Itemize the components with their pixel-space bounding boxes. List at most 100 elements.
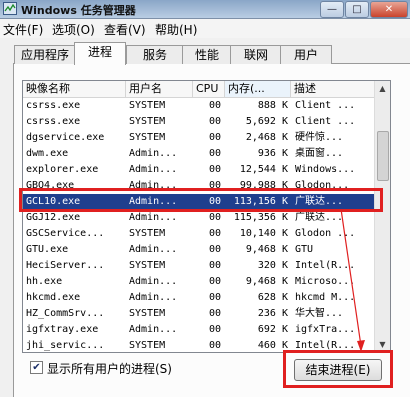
tab-services[interactable]: 服务: [126, 45, 184, 64]
process-description: Microso...: [295, 276, 356, 287]
process-user: Admin...: [129, 148, 178, 159]
process-user: Admin...: [129, 196, 178, 207]
table-row[interactable]: explorer.exe Admin... 00 12,544 K Windows...: [23, 162, 375, 178]
process-name: hh.exe: [26, 276, 63, 287]
tab-performance[interactable]: 性能: [182, 45, 232, 64]
table-row[interactable]: GSCService... SYSTEM 00 10,140 K Glodon ...: [23, 226, 375, 242]
table-row[interactable]: HZ_CommSrv... SYSTEM 00 236 K 华大智...: [23, 306, 375, 322]
end-process-button[interactable]: 结束进程(E): [294, 359, 382, 381]
maximize-button[interactable]: □: [345, 1, 369, 18]
process-cpu: 00: [208, 196, 221, 207]
process-user: SYSTEM: [129, 228, 166, 239]
column-user-name[interactable]: 用户名: [126, 81, 193, 97]
process-memory: 113,156 K: [233, 196, 288, 207]
tab-users[interactable]: 用户: [280, 45, 332, 64]
process-memory: 2,468 K: [245, 132, 288, 143]
process-user: SYSTEM: [129, 308, 166, 319]
process-description: 华大智...: [295, 308, 344, 319]
process-name: dwm.exe: [26, 148, 69, 159]
process-cpu: 00: [208, 276, 221, 287]
process-memory: 12,544 K: [239, 164, 288, 175]
title-bar: Windows 任务管理器 — □ ✕: [0, 0, 410, 19]
table-row[interactable]: jhi_servic... SYSTEM 00 460 K Intel(R...: [23, 338, 375, 352]
process-description: 广联达...: [295, 212, 344, 223]
scroll-up-arrow-icon[interactable]: ▲: [375, 81, 390, 96]
table-row[interactable]: GTU.exe Admin... 00 9,468 K GTU: [23, 242, 375, 258]
process-description: Client ...: [295, 100, 356, 111]
table-row[interactable]: GGJ12.exe Admin... 00 115,356 K 广联达...: [23, 210, 375, 226]
process-cpu: 00: [208, 148, 221, 159]
process-rows: csrss.exe SYSTEM 00 888 K Client ... csrss.ex…: [23, 98, 375, 352]
table-row[interactable]: dgservice.exe SYSTEM 00 2,468 K 硬件惊...: [23, 130, 375, 146]
tab-applications[interactable]: 应用程序: [14, 45, 76, 64]
process-memory: 460 K: [257, 340, 288, 351]
scroll-down-arrow-icon[interactable]: ▼: [375, 337, 390, 352]
process-description: hkcmd M...: [295, 292, 356, 303]
process-memory: 888 K: [257, 100, 288, 111]
show-all-users-label[interactable]: 显示所有用户的进程(S): [47, 360, 172, 377]
menu-options[interactable]: 选项(O): [52, 21, 95, 38]
table-row[interactable]: igfxtray.exe Admin... 00 692 K igfxTra...: [23, 322, 375, 338]
column-cpu[interactable]: CPU: [193, 81, 225, 97]
process-name: csrss.exe: [26, 116, 81, 127]
process-name: GBQ4.exe: [26, 180, 75, 191]
process-memory: 115,356 K: [233, 212, 288, 223]
scrollbar-thumb[interactable]: [377, 131, 389, 181]
process-description: Intel(R...: [295, 340, 356, 351]
table-row[interactable]: hh.exe Admin... 00 9,468 K Microso...: [23, 274, 375, 290]
process-cpu: 00: [208, 164, 221, 175]
process-cpu: 00: [208, 100, 221, 111]
table-row[interactable]: csrss.exe SYSTEM 00 888 K Client ...: [23, 98, 375, 114]
column-memory[interactable]: 内存(...: [225, 81, 291, 97]
tab-networking[interactable]: 联网: [230, 45, 282, 64]
process-memory: 10,140 K: [239, 228, 288, 239]
window-controls: — □ ✕: [320, 1, 408, 18]
table-row[interactable]: csrss.exe SYSTEM 00 5,692 K Client ...: [23, 114, 375, 130]
process-name: jhi_servic...: [26, 340, 105, 351]
process-cpu: 00: [208, 212, 221, 223]
table-row[interactable]: dwm.exe Admin... 00 936 K 桌面窗...: [23, 146, 375, 162]
process-user: Admin...: [129, 212, 178, 223]
task-manager-icon: [3, 2, 17, 15]
menu-bar: 文件(F) 选项(O) 查看(V) 帮助(H): [0, 19, 410, 38]
process-name: GGJ12.exe: [26, 212, 81, 223]
process-user: Admin...: [129, 276, 178, 287]
process-memory: 320 K: [257, 260, 288, 271]
process-list[interactable]: 映像名称 用户名 CPU 内存(... 描述 csrss.exe SYSTEM 00…: [22, 80, 391, 353]
process-memory: 936 K: [257, 148, 288, 159]
process-cpu: 00: [208, 308, 221, 319]
column-header-row: 映像名称 用户名 CPU 内存(... 描述: [23, 81, 375, 98]
process-memory: 628 K: [257, 292, 288, 303]
process-user: SYSTEM: [129, 260, 166, 271]
process-user: Admin...: [129, 292, 178, 303]
menu-view[interactable]: 查看(V): [104, 21, 146, 38]
process-cpu: 00: [208, 116, 221, 127]
column-image-name[interactable]: 映像名称: [23, 81, 126, 97]
close-button[interactable]: ✕: [370, 1, 408, 18]
vertical-scrollbar[interactable]: ▲ ▼: [374, 81, 390, 352]
process-cpu: 00: [208, 244, 221, 255]
table-row[interactable]: GCL10.exe Admin... 00 113,156 K 广联达...: [23, 194, 375, 210]
show-all-users-checkbox[interactable]: ✔: [30, 361, 43, 374]
process-name: GSCService...: [26, 228, 105, 239]
process-cpu: 00: [208, 340, 221, 351]
process-name: hkcmd.exe: [26, 292, 81, 303]
table-row[interactable]: HeciServer... SYSTEM 00 320 K Intel(R...: [23, 258, 375, 274]
menu-file[interactable]: 文件(F): [3, 21, 43, 38]
process-name: HeciServer...: [26, 260, 105, 271]
process-memory: 99,988 K: [239, 180, 288, 191]
process-name: dgservice.exe: [26, 132, 105, 143]
menu-help[interactable]: 帮助(H): [155, 21, 197, 38]
process-description: 桌面窗...: [295, 148, 344, 159]
table-row[interactable]: GBQ4.exe Admin... 00 99,988 K Glodon...: [23, 178, 375, 194]
tab-strip: 应用程序 进程 服务 性能 联网 用户: [14, 42, 410, 65]
minimize-button[interactable]: —: [320, 1, 344, 18]
process-memory: 9,468 K: [245, 244, 288, 255]
process-cpu: 00: [208, 292, 221, 303]
tab-processes[interactable]: 进程: [74, 42, 126, 65]
column-description[interactable]: 描述: [291, 81, 375, 97]
table-row[interactable]: hkcmd.exe Admin... 00 628 K hkcmd M...: [23, 290, 375, 306]
process-description: Glodon...: [295, 180, 350, 191]
process-name: GCL10.exe: [26, 196, 81, 207]
process-description: Intel(R...: [295, 260, 356, 271]
